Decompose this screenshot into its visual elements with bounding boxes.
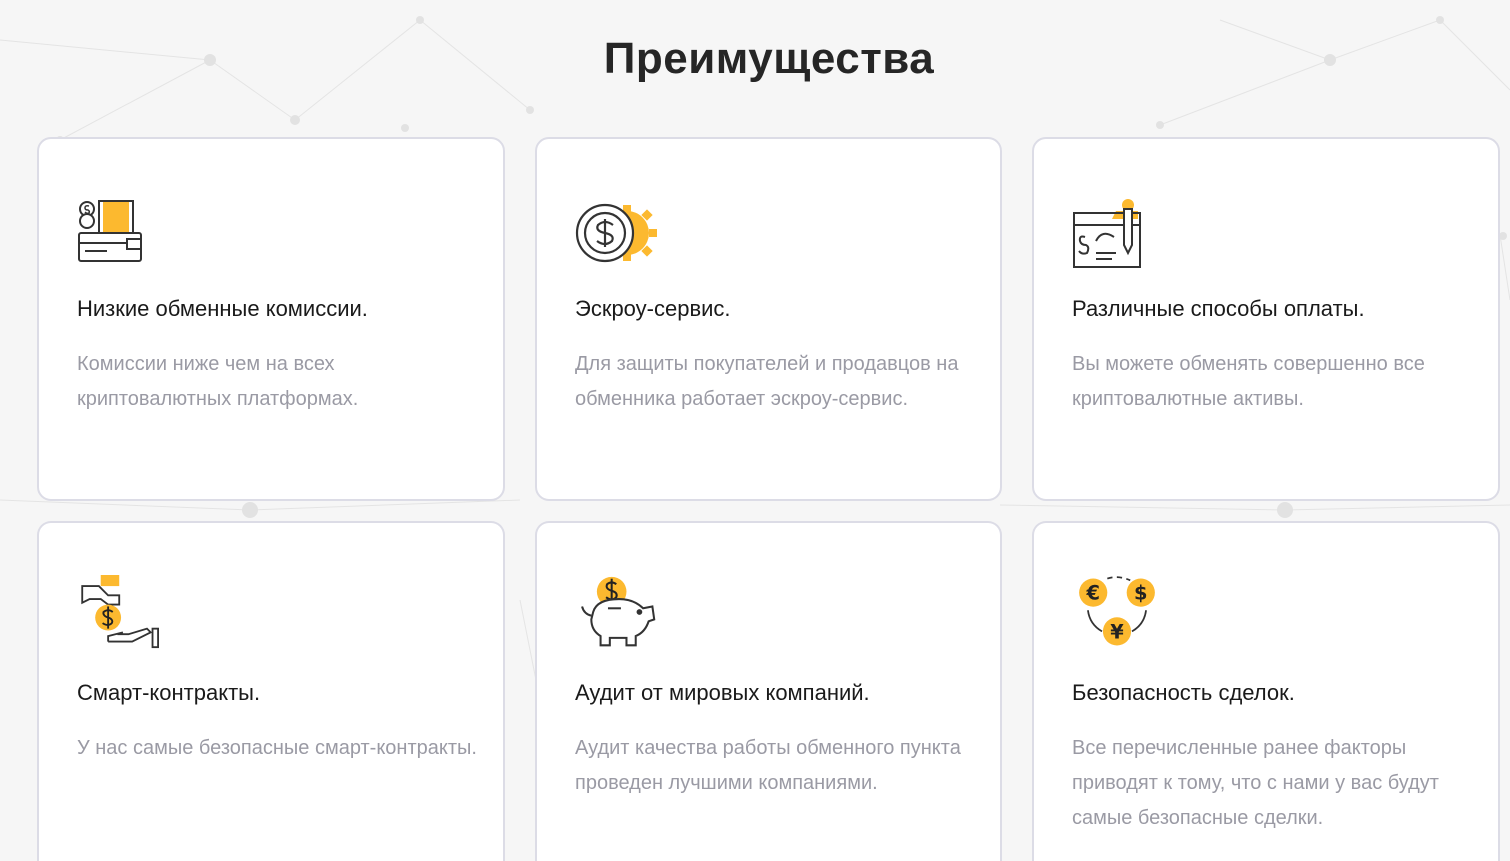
advantage-card-smart-contracts: Смарт-контракты. У нас самые безопасные … — [37, 521, 505, 861]
card-text: У нас самые безопасные смарт-контракты. — [77, 737, 477, 759]
svg-text:$: $ — [1134, 582, 1147, 605]
currency-exchange-icon: € $ ¥ — [1079, 576, 1155, 646]
card-text: Аудит качества работы обменного пункта п… — [575, 737, 961, 794]
card-text: Для защиты покупателей и продавцов на об… — [575, 353, 959, 410]
svg-text:€: € — [1085, 582, 1099, 605]
advantage-card-low-fees: Низкие обменные комиссии. Комиссии ниже … — [37, 137, 505, 501]
advantage-card-payment-methods: Различные способы оплаты. Вы можете обме… — [1032, 137, 1500, 501]
card-text: Комиссии ниже чем на всех криптовалютных… — [77, 353, 359, 410]
piggy-bank-icon — [581, 576, 656, 647]
card-title: Низкие обменные комиссии. — [77, 296, 368, 321]
wallet-coins-icon — [78, 200, 142, 262]
card-title: Безопасность сделок. — [1072, 680, 1295, 705]
advantage-card-security: € $ ¥ Безопасность сделок. Все перечисле… — [1032, 521, 1500, 861]
card-title: Смарт-контракты. — [77, 680, 261, 705]
card-title: Аудит от мировых компаний. — [575, 680, 870, 705]
advantage-card-audit: Аудит от мировых компаний. Аудит качеств… — [535, 521, 1002, 861]
svg-text:¥: ¥ — [1110, 620, 1124, 643]
card-title: Эскроу-сервис. — [575, 296, 731, 321]
coin-gear-icon — [575, 203, 657, 263]
card-text: Все перечисленные ранее факторы приводят… — [1072, 737, 1439, 829]
card-text: Вы можете обменять совершенно все крипто… — [1072, 353, 1425, 410]
check-pen-icon — [1073, 199, 1141, 268]
section-title: Преимущества — [603, 34, 935, 83]
hand-coin-icon — [81, 575, 159, 649]
card-title: Различные способы оплаты. — [1072, 296, 1365, 321]
advantage-card-escrow: Эскроу-сервис. Для защиты покупателей и … — [535, 137, 1002, 501]
